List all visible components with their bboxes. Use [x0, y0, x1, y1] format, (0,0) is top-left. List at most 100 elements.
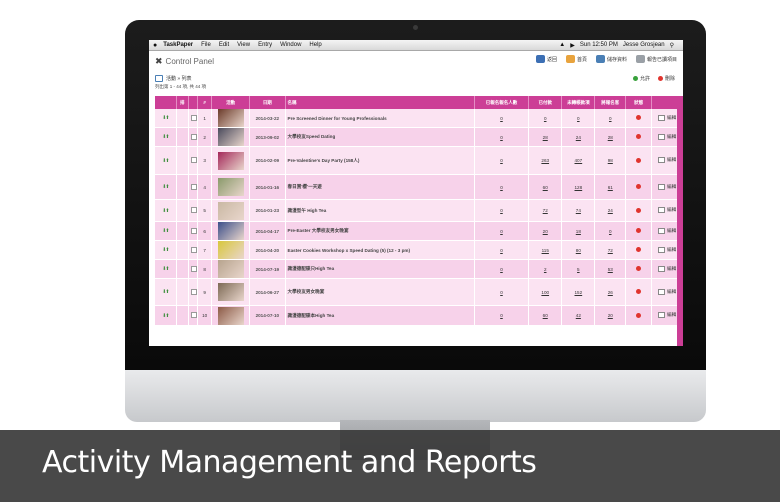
header-action-0[interactable]: 返回 — [535, 55, 557, 63]
row-check[interactable] — [188, 278, 199, 306]
table-row[interactable]: ⬇⬆ 8 2014-07-19 識漫德配碟只High Tea 0 2 5 53 編輯 — [155, 259, 683, 279]
status-dot-icon[interactable] — [636, 247, 642, 252]
row-checkbox[interactable] — [190, 207, 197, 213]
table-row[interactable]: ⬇⬆ 6 2014-04-17 Pre-Easter 大學校友男女晚宴 0 20 18 0 編輯 — [155, 221, 683, 241]
table-row[interactable]: ⬇⬆ 4 2014-01-16 春日賞'櫻'一天遊 0 60 128 61 編輯 — [155, 174, 683, 200]
menu-file[interactable]: File — [201, 42, 211, 48]
row-registered[interactable]: 0 — [474, 146, 530, 175]
row-checkbox[interactable] — [190, 246, 197, 253]
row-checkbox[interactable] — [190, 265, 197, 272]
header-action-2[interactable]: 儲存資料 — [595, 55, 627, 63]
row-check[interactable] — [188, 199, 199, 222]
sort-arrows[interactable]: ⬇⬆ — [155, 221, 177, 241]
table-row[interactable]: ⬇⬆ 3 2014-02-09 Pre-Valentine's Day Party (… — [155, 146, 683, 175]
event-thumbnail[interactable] — [217, 201, 244, 220]
row-name[interactable]: 大學校友男女晚宴 — [285, 278, 475, 306]
sort-arrows[interactable]: ⬇⬆ — [155, 146, 177, 175]
row-name[interactable]: Pre-Valentine's Day Party (158人) — [285, 146, 475, 175]
row-paid[interactable]: 28 — [528, 127, 563, 147]
row-check[interactable] — [188, 109, 199, 128]
event-thumbnail[interactable] — [217, 128, 244, 146]
sort-arrows[interactable]: ⬇⬆ — [155, 174, 177, 200]
sort-arrows[interactable]: ⬇⬆ — [155, 127, 177, 147]
edit-label[interactable]: 編輯 — [667, 157, 676, 163]
row-registered[interactable]: 0 — [474, 199, 530, 222]
row-pending[interactable]: 0 — [594, 109, 627, 128]
status-dot-icon[interactable] — [636, 266, 642, 271]
edit-icon[interactable] — [657, 114, 665, 121]
sort-arrows[interactable]: ⬇⬆ — [155, 109, 177, 128]
row-registered[interactable]: 0 — [474, 221, 530, 241]
row-checkbox[interactable] — [190, 133, 197, 140]
row-checkbox[interactable] — [190, 312, 197, 318]
volume-icon[interactable]: ▶ — [570, 42, 575, 49]
sort-arrows-icon[interactable]: ⬇⬆ — [162, 289, 169, 295]
edit-icon[interactable] — [657, 157, 665, 163]
menu-help[interactable]: Help — [309, 42, 321, 48]
row-name[interactable]: 春日賞'櫻'一天遊 — [285, 174, 475, 200]
row-pending[interactable]: 61 — [594, 174, 627, 200]
edit-icon[interactable] — [657, 207, 665, 213]
app-menu[interactable]: TaskPaper — [163, 42, 193, 48]
row-paid[interactable]: 115 — [528, 240, 563, 260]
row-pending[interactable]: 20 — [594, 305, 627, 326]
sort-arrows-icon[interactable]: ⬇⬆ — [162, 134, 169, 140]
col-status-header[interactable]: 狀態 — [625, 96, 653, 109]
event-thumbnail[interactable] — [217, 109, 244, 127]
edit-label[interactable]: 編輯 — [667, 289, 676, 295]
status-dot-icon[interactable] — [636, 157, 642, 163]
list-action-label[interactable]: 允許 — [640, 75, 650, 82]
row-check[interactable] — [188, 221, 199, 241]
row-check[interactable] — [188, 174, 199, 200]
col-paid-header[interactable]: 已付款 — [528, 96, 563, 109]
edit-icon[interactable] — [657, 246, 665, 253]
status-dot-icon[interactable] — [636, 207, 642, 213]
table-row[interactable]: ⬇⬆ 5 2014-01-23 識漫型午 High Tea 0 72 74 24 編輯 — [155, 199, 683, 222]
sort-arrows[interactable]: ⬇⬆ — [155, 199, 177, 222]
row-registered[interactable]: 0 — [474, 109, 530, 128]
row-registered[interactable]: 0 — [474, 278, 530, 306]
sort-arrows-icon[interactable]: ⬇⬆ — [162, 247, 169, 253]
row-status[interactable] — [625, 146, 653, 175]
edit-label[interactable]: 編輯 — [667, 184, 676, 190]
row-unpaid[interactable]: 18 — [561, 221, 596, 241]
user-menu[interactable]: Jesse Grosjean — [623, 42, 665, 48]
edit-label[interactable]: 編輯 — [667, 115, 676, 121]
status-dot-icon[interactable] — [636, 184, 642, 189]
edit-icon[interactable] — [657, 312, 665, 318]
sort-arrows-icon[interactable]: ⬇⬆ — [162, 313, 169, 319]
row-pending[interactable]: 24 — [594, 199, 627, 222]
row-unpaid[interactable]: 24 — [561, 127, 596, 147]
row-pending[interactable]: 0 — [594, 221, 627, 241]
spotlight-icon[interactable]: ⚲ — [670, 42, 674, 49]
row-name[interactable]: 識漫德配碟只High Tea — [285, 259, 475, 279]
edit-icon[interactable] — [657, 133, 665, 140]
row-status[interactable] — [625, 305, 653, 326]
sort-arrows-icon[interactable]: ⬇⬆ — [162, 228, 169, 234]
status-dot-icon[interactable] — [636, 134, 642, 139]
sort-arrows-icon[interactable]: ⬇⬆ — [162, 158, 169, 164]
row-registered[interactable]: 0 — [474, 305, 530, 326]
row-name[interactable]: Easter Cookies Workshop x Speed Dating (… — [285, 240, 475, 260]
clock[interactable]: Sun 12:50 PM — [580, 42, 618, 48]
list-action-1[interactable]: 刪除 — [657, 75, 675, 82]
table-row[interactable]: ⬇⬆ 9 2014-06-27 大學校友男女晚宴 0 100 152 26 編輯 — [155, 278, 683, 306]
row-unpaid[interactable]: 80 — [561, 240, 596, 260]
edit-label[interactable]: 編輯 — [667, 228, 676, 234]
breadcrumb[interactable]: 活動 » 列表 — [155, 75, 192, 82]
status-dot-icon[interactable] — [636, 289, 642, 294]
table-row[interactable]: ⬇⬆ 2 2013-09-02 大學校友Speed Dating 0 28 24 28 編輯 — [155, 127, 683, 147]
row-paid[interactable]: 2 — [528, 259, 563, 279]
edit-icon[interactable] — [657, 288, 665, 295]
status-dot-icon[interactable] — [636, 115, 642, 120]
header-action-label[interactable]: 報告已讀項目 — [647, 56, 677, 63]
menu-edit[interactable]: Edit — [219, 42, 229, 48]
sort-arrows-icon[interactable]: ⬇⬆ — [162, 115, 169, 121]
wifi-icon[interactable]: ▲ — [559, 42, 565, 48]
event-thumbnail[interactable] — [217, 241, 244, 259]
menu-view[interactable]: View — [237, 42, 250, 48]
row-status[interactable] — [625, 278, 653, 306]
row-check[interactable] — [188, 305, 199, 326]
header-action-label[interactable]: 儲存資料 — [607, 56, 627, 63]
edit-label[interactable]: 編輯 — [667, 134, 676, 140]
